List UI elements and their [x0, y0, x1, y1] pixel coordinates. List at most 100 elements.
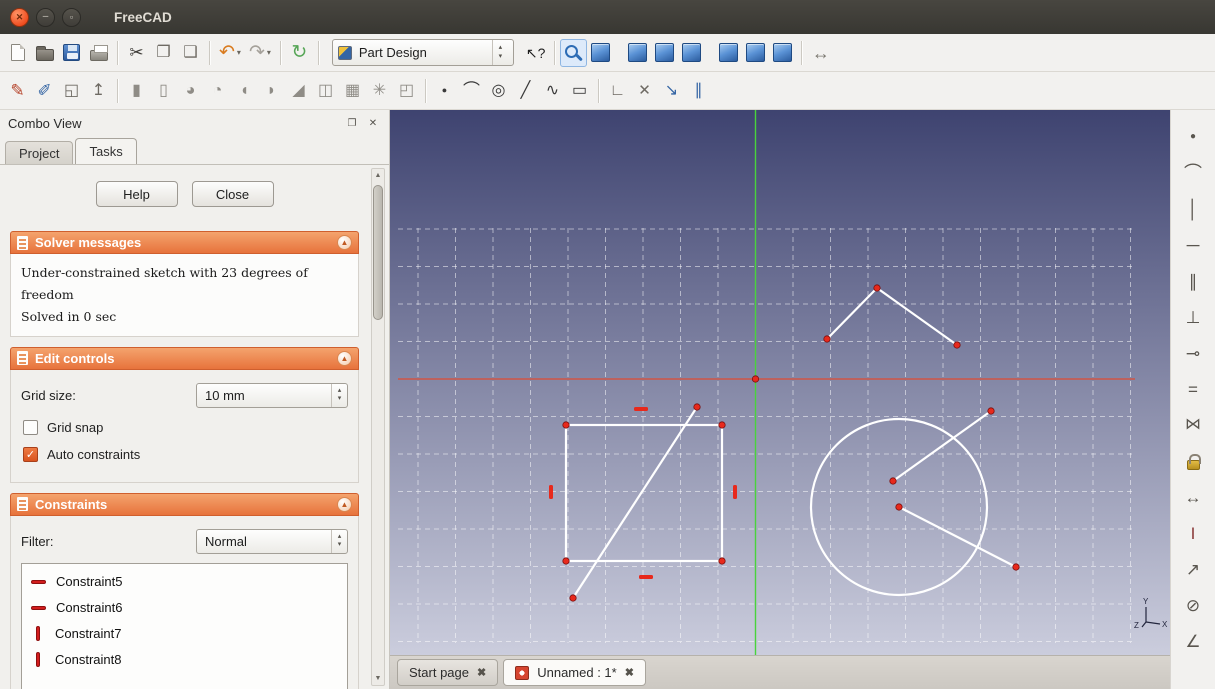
- open-folder-icon[interactable]: [31, 39, 58, 67]
- undo-icon-dropdown[interactable]: ▾: [237, 48, 241, 57]
- pad-icon[interactable]: ▮: [123, 77, 150, 105]
- redo-icon[interactable]: ↷ ▾: [245, 39, 275, 67]
- sketch-point[interactable]: [987, 407, 995, 415]
- edit-sketch-icon[interactable]: ✐: [31, 77, 58, 105]
- grid-size-select[interactable]: 10 mm ▴ ▾: [196, 382, 348, 408]
- sketch-fillet-icon[interactable]: ∟: [604, 77, 631, 105]
- mirrored-icon[interactable]: ◫: [312, 77, 339, 105]
- sketch-point[interactable]: [751, 375, 760, 383]
- measure-distance-icon[interactable]: ↔: [807, 39, 834, 67]
- constraint-vertical-icon[interactable]: │: [1178, 194, 1208, 224]
- save-icon[interactable]: [58, 39, 85, 67]
- map-sketch-icon[interactable]: ◱: [58, 77, 85, 105]
- tab-project[interactable]: Project: [5, 141, 74, 164]
- constraint-radius-icon[interactable]: ⊘: [1178, 590, 1208, 620]
- 3d-viewport[interactable]: Y X Z: [390, 110, 1170, 655]
- front-view-icon[interactable]: [624, 39, 651, 67]
- chamfer-icon[interactable]: ◗: [258, 77, 285, 105]
- create-sketch-icon[interactable]: ✎: [4, 77, 31, 105]
- constraint-vertical-distance-icon[interactable]: I: [1178, 518, 1208, 548]
- edit-controls-header[interactable]: Edit controls ▲: [10, 346, 359, 370]
- polyline-icon[interactable]: ∿: [539, 77, 566, 105]
- refresh-icon[interactable]: ↻: [286, 39, 313, 67]
- collapse-section-icon[interactable]: ▲: [337, 496, 352, 512]
- maximize-window-button[interactable]: [62, 7, 81, 27]
- sketch-point[interactable]: [953, 341, 961, 349]
- right-view-icon[interactable]: [678, 39, 705, 67]
- undo-icon[interactable]: ↶ ▾: [215, 39, 245, 67]
- scroll-down-icon[interactable]: ▼: [375, 672, 382, 685]
- constraint-perpendicular-icon[interactable]: ⊥: [1178, 302, 1208, 332]
- sketch-point[interactable]: [823, 335, 831, 343]
- constraint-lock-icon[interactable]: [1178, 446, 1208, 476]
- collapse-section-icon[interactable]: ▲: [337, 235, 352, 250]
- constraint-item[interactable]: Constraint6: [22, 595, 347, 621]
- close-panel-icon[interactable]: ✕: [365, 116, 381, 132]
- draft-icon[interactable]: ◢: [285, 77, 312, 105]
- polar-pattern-icon[interactable]: ✳: [366, 77, 393, 105]
- constraint-horizontal-icon[interactable]: ─: [1178, 230, 1208, 260]
- vertical-constraint-mark[interactable]: [733, 485, 737, 499]
- auto-constraints-checkbox[interactable]: ✓: [23, 446, 38, 462]
- collapse-section-icon[interactable]: ▲: [337, 350, 352, 366]
- bottom-view-icon[interactable]: [742, 39, 769, 67]
- spinner-arrows[interactable]: ▴ ▾: [331, 529, 347, 553]
- constraint-symmetric-icon[interactable]: ⋈: [1178, 410, 1208, 440]
- horizontal-constraint-mark[interactable]: [639, 575, 653, 579]
- paste-icon[interactable]: ❑: [177, 39, 204, 67]
- print-icon[interactable]: [85, 39, 112, 67]
- whats-this-icon[interactable]: ↖?: [522, 39, 550, 67]
- panel-scrollbar[interactable]: ▲ ▼: [371, 168, 385, 686]
- close-tab-icon[interactable]: ✖: [477, 666, 486, 679]
- tab-unnamed-document[interactable]: Unnamed : 1* ✖: [503, 659, 646, 686]
- linear-pattern-icon[interactable]: ▦: [339, 77, 366, 105]
- constraint-angle-icon[interactable]: ∠: [1178, 626, 1208, 656]
- new-file-icon[interactable]: [4, 39, 31, 67]
- tab-tasks[interactable]: Tasks: [75, 138, 137, 164]
- workbench-selector[interactable]: Part Design ▴ ▾: [331, 39, 514, 66]
- close-button[interactable]: Close: [191, 181, 274, 207]
- spinner-arrows[interactable]: ▴ ▾: [331, 383, 347, 407]
- vertical-constraint-mark[interactable]: [549, 485, 553, 499]
- spinner-up-icon[interactable]: ▴: [338, 387, 342, 395]
- zoom-fit-icon[interactable]: [560, 38, 588, 67]
- constraint-horizontal-distance-icon[interactable]: ↔: [1178, 482, 1208, 512]
- toggle-construction-icon[interactable]: ∥: [685, 77, 712, 105]
- constraint-filter-select[interactable]: Normal ▴ ▾: [196, 528, 348, 554]
- line-icon[interactable]: ╱: [512, 77, 539, 105]
- scroll-up-icon[interactable]: ▲: [375, 169, 382, 182]
- sketch-point[interactable]: [895, 503, 903, 511]
- sketch-point[interactable]: [718, 421, 726, 429]
- minimize-window-button[interactable]: [36, 7, 55, 27]
- constraint-coincident-icon[interactable]: ●: [1178, 122, 1208, 152]
- spinner-up-icon[interactable]: ▴: [499, 44, 503, 52]
- spinner-down-icon[interactable]: ▾: [338, 395, 342, 403]
- external-geometry-icon[interactable]: ↘: [658, 77, 685, 105]
- spinner-up-icon[interactable]: ▴: [338, 533, 342, 541]
- revolution-icon[interactable]: ◕: [177, 77, 204, 105]
- constraint-item[interactable]: Constraint8: [22, 647, 347, 673]
- solver-messages-header[interactable]: Solver messages ▲: [10, 231, 359, 254]
- arc-icon[interactable]: ⌒: [458, 77, 485, 105]
- spinner-down-icon[interactable]: ▾: [499, 53, 503, 61]
- circle-icon[interactable]: ◎: [485, 77, 512, 105]
- sketch-canvas[interactable]: Y X Z: [390, 110, 1170, 655]
- left-view-icon[interactable]: [769, 39, 796, 67]
- sketch-point[interactable]: [718, 557, 726, 565]
- spinner-down-icon[interactable]: ▾: [338, 541, 342, 549]
- sketch-point[interactable]: [562, 421, 570, 429]
- redo-icon-dropdown[interactable]: ▾: [267, 48, 271, 57]
- grid-snap-checkbox[interactable]: [23, 419, 38, 435]
- scaled-icon[interactable]: ◰: [393, 77, 420, 105]
- constraint-item[interactable]: Constraint5: [22, 569, 347, 595]
- constraint-item[interactable]: Constraint7: [22, 621, 347, 647]
- cut-icon[interactable]: ✂: [123, 39, 150, 67]
- horizontal-constraint-mark[interactable]: [634, 407, 648, 411]
- close-window-button[interactable]: [10, 7, 29, 27]
- help-button[interactable]: Help: [95, 181, 178, 207]
- scrollbar-thumb[interactable]: [373, 185, 383, 320]
- constraint-distance-icon[interactable]: ↗: [1178, 554, 1208, 584]
- point-icon[interactable]: ●: [431, 77, 458, 105]
- constraint-equal-icon[interactable]: =: [1178, 374, 1208, 404]
- float-panel-icon[interactable]: ❐: [344, 116, 360, 132]
